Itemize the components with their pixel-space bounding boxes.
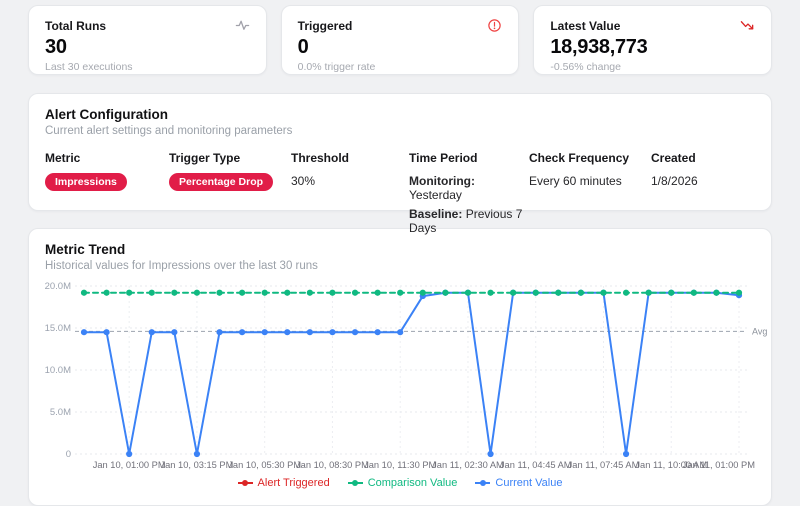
field-threshold: Threshold 30% (291, 151, 409, 235)
legend-marker-icon (475, 482, 490, 484)
stat-card-header: Triggered (298, 18, 503, 33)
svg-text:15.0M: 15.0M (45, 323, 71, 334)
svg-text:10.0M: 10.0M (45, 365, 71, 376)
panel-title: Metric Trend (45, 242, 755, 257)
baseline-period: Baseline: Previous 7 Days (409, 207, 529, 235)
svg-text:Jan 10, 11:30 PM: Jan 10, 11:30 PM (364, 460, 436, 470)
activity-icon (235, 18, 250, 33)
field-label: Check Frequency (529, 151, 651, 165)
baseline-label: Baseline: (409, 207, 462, 221)
trending-down-icon (740, 18, 755, 33)
stat-subtext: Last 30 executions (45, 61, 250, 73)
alert-circle-icon (487, 18, 502, 33)
monitoring-label: Monitoring: (409, 174, 475, 188)
trend-line-chart: 05.0M10.0M15.0M20.0MAvgJan 10, 01:00 PMJ… (45, 278, 757, 474)
legend-marker-icon (348, 482, 363, 484)
field-trigger-type: Trigger Type Percentage Drop (169, 151, 291, 235)
legend-item-current-value[interactable]: Current Value (475, 477, 562, 489)
stat-card-total-runs: Total Runs 30 Last 30 executions (28, 5, 267, 75)
field-time-period: Time Period Monitoring: Yesterday Baseli… (409, 151, 529, 235)
legend-label: Current Value (495, 477, 562, 489)
field-label: Created (651, 151, 755, 165)
trigger-type-badge: Percentage Drop (169, 173, 273, 191)
stat-subtext: -0.56% change (550, 61, 755, 73)
chart-legend: Alert Triggered Comparison Value Current V… (45, 477, 755, 489)
stat-value: 0 (298, 36, 503, 59)
stat-subtext: 0.0% trigger rate (298, 61, 503, 73)
svg-text:Jan 11, 02:30 AM: Jan 11, 02:30 AM (432, 460, 504, 470)
field-created: Created 1/8/2026 (651, 151, 755, 235)
svg-text:5.0M: 5.0M (50, 407, 71, 418)
svg-text:Jan 10, 08:30 PM: Jan 10, 08:30 PM (296, 460, 369, 470)
svg-text:Jan 10, 01:00 PM: Jan 10, 01:00 PM (93, 460, 166, 470)
field-label: Trigger Type (169, 151, 291, 165)
alert-configuration-panel: Alert Configuration Current alert settin… (28, 93, 772, 211)
stat-value: 18,938,773 (550, 36, 755, 59)
check-frequency-value: Every 60 minutes (529, 174, 651, 188)
svg-text:20.0M: 20.0M (45, 281, 71, 292)
stat-card-latest-value: Latest Value 18,938,773 -0.56% change (533, 5, 772, 75)
svg-text:Avg: Avg (752, 326, 767, 336)
panel-title: Alert Configuration (45, 107, 755, 122)
svg-text:Jan 11, 04:45 AM: Jan 11, 04:45 AM (500, 460, 572, 470)
monitoring-period: Monitoring: Yesterday (409, 174, 529, 202)
metric-trend-panel: Metric Trend Historical values for Impre… (28, 228, 772, 506)
svg-text:Jan 11, 01:00 PM: Jan 11, 01:00 PM (683, 460, 755, 470)
field-label: Metric (45, 151, 169, 165)
legend-marker-icon (238, 482, 253, 484)
stat-card-triggered: Triggered 0 0.0% trigger rate (281, 5, 520, 75)
field-check-frequency: Check Frequency Every 60 minutes (529, 151, 651, 235)
legend-label: Alert Triggered (258, 477, 330, 489)
legend-label: Comparison Value (368, 477, 458, 489)
legend-item-alert-triggered[interactable]: Alert Triggered (238, 477, 330, 489)
legend-item-comparison-value[interactable]: Comparison Value (348, 477, 458, 489)
created-value: 1/8/2026 (651, 174, 755, 188)
svg-text:Jan 10, 05:30 PM: Jan 10, 05:30 PM (228, 460, 301, 470)
metric-badge: Impressions (45, 173, 127, 191)
config-fields: Metric Impressions Trigger Type Percenta… (45, 151, 755, 235)
panel-subtitle: Current alert settings and monitoring pa… (45, 125, 755, 137)
stat-label: Latest Value (550, 19, 620, 33)
threshold-value: 30% (291, 174, 409, 188)
svg-text:Jan 10, 03:15 PM: Jan 10, 03:15 PM (160, 460, 233, 470)
stats-row: Total Runs 30 Last 30 executions Trigger… (28, 5, 772, 75)
stat-label: Triggered (298, 19, 353, 33)
stat-value: 30 (45, 36, 250, 59)
stat-card-header: Latest Value (550, 18, 755, 33)
stat-label: Total Runs (45, 19, 106, 33)
svg-text:Jan 11, 07:45 AM: Jan 11, 07:45 AM (568, 460, 640, 470)
monitoring-value: Yesterday (409, 188, 462, 202)
stat-card-header: Total Runs (45, 18, 250, 33)
field-metric: Metric Impressions (45, 151, 169, 235)
svg-text:0: 0 (66, 449, 71, 460)
field-label: Threshold (291, 151, 409, 165)
dashboard: Total Runs 30 Last 30 executions Trigger… (0, 0, 800, 506)
panel-subtitle: Historical values for Impressions over t… (45, 260, 755, 272)
field-label: Time Period (409, 151, 529, 165)
